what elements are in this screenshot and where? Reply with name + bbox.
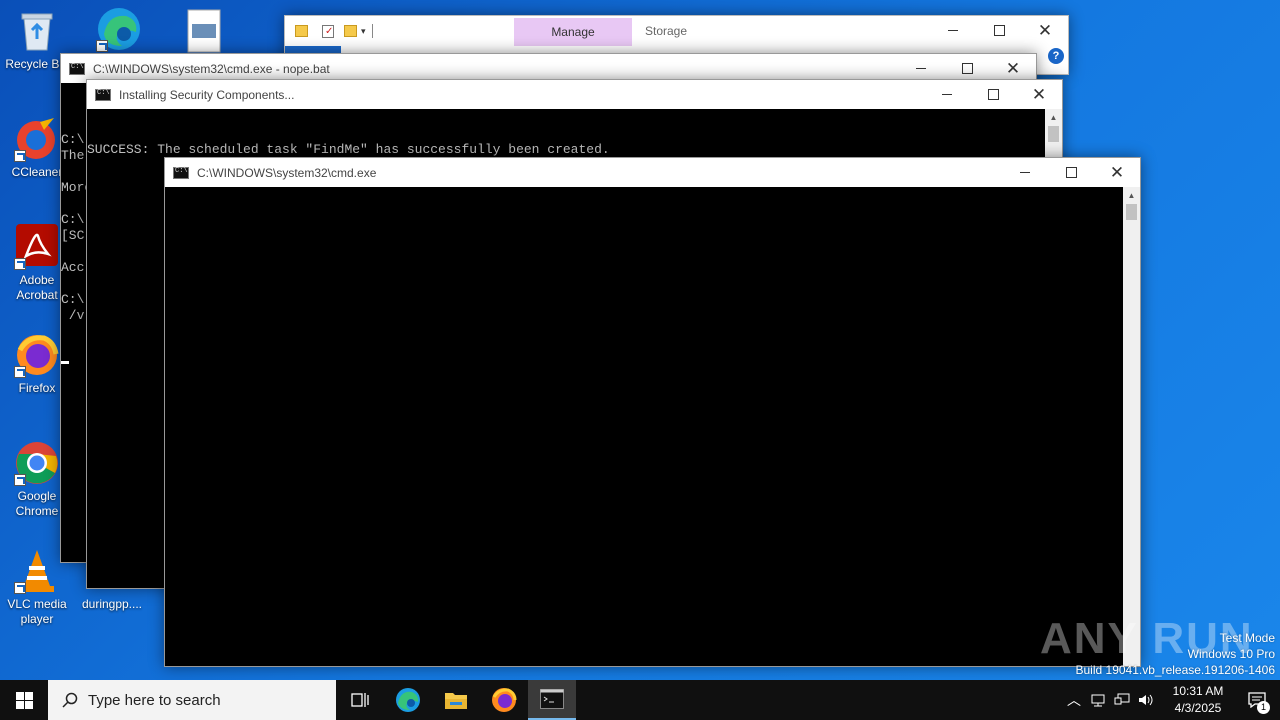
firefox-icon (492, 688, 517, 712)
new-folder-icon[interactable] (344, 25, 357, 37)
watermark-line: Test Mode (1219, 631, 1275, 645)
action-center-button[interactable]: 1 (1234, 680, 1280, 720)
taskbar: Type here to search ︿ 10:31 AM 4/3/2025 … (0, 680, 1280, 720)
cmd-icon (69, 62, 85, 75)
ethernet-icon[interactable] (1110, 680, 1134, 720)
shortcut-arrow-icon (14, 150, 26, 162)
image-file-icon (182, 8, 228, 54)
desktop-icon-label: duringpp.... (81, 597, 143, 611)
shortcut-arrow-icon (96, 40, 108, 52)
window-title: Installing Security Components... (119, 87, 295, 102)
ribbon-manage-tab[interactable]: Manage (514, 18, 632, 46)
console-output: SUCCESS: The scheduled task "FindMe" has… (87, 142, 610, 157)
cmd-main-console[interactable] (165, 187, 1123, 666)
start-button[interactable] (0, 680, 48, 720)
minimize-button[interactable] (924, 80, 970, 109)
recycle-bin-icon (14, 8, 60, 54)
maximize-button[interactable] (970, 80, 1016, 109)
scroll-thumb[interactable] (1048, 126, 1059, 142)
task-view-icon (351, 693, 369, 707)
clock-date: 4/3/2025 (1174, 701, 1222, 715)
shortcut-arrow-icon (14, 366, 26, 378)
cmd-main-window[interactable]: C:\WINDOWS\system32\cmd.exe ✕ ▲ (164, 157, 1141, 667)
minimize-button[interactable] (930, 16, 976, 45)
network-icon[interactable] (1086, 680, 1110, 720)
adobe-acrobat-icon (14, 224, 60, 270)
desktop-icon-edge[interactable] (82, 6, 156, 55)
taskbar-firefox[interactable] (480, 680, 528, 720)
window-title: C:\WINDOWS\system32\cmd.exe (197, 165, 377, 180)
windows-icon (15, 691, 33, 709)
minimize-button[interactable] (1002, 158, 1048, 187)
shortcut-arrow-icon (14, 582, 26, 594)
shortcut-arrow-icon (14, 474, 26, 486)
cmd-icon (173, 166, 189, 179)
search-icon (62, 692, 78, 708)
taskbar-cmd[interactable] (528, 680, 576, 720)
system-tray: ︿ 10:31 AM 4/3/2025 1 (1062, 680, 1280, 720)
cmd-installing-titlebar: Installing Security Components... ✕ (87, 80, 1062, 109)
toolbar-divider (371, 24, 373, 38)
text-cursor (61, 361, 69, 364)
chevron-down-icon[interactable]: ▾ (361, 26, 366, 37)
search-box[interactable]: Type here to search (48, 680, 336, 720)
edge-icon (96, 6, 142, 52)
vertical-scrollbar[interactable]: ▲ (1123, 187, 1140, 666)
properties-icon[interactable]: ✓ (322, 24, 334, 38)
edge-icon (396, 688, 420, 712)
chevron-up-icon[interactable]: ︿ (1062, 680, 1086, 720)
scroll-thumb[interactable] (1126, 204, 1137, 220)
desktop-icon-label: VLC media player (7, 597, 67, 626)
ribbon-storage-label[interactable]: Storage (645, 24, 687, 38)
close-button[interactable]: ✕ (1016, 80, 1062, 109)
desktop-icon-image-file[interactable] (168, 8, 242, 57)
cmd-main-titlebar: C:\WINDOWS\system32\cmd.exe ✕ (165, 158, 1140, 187)
maximize-button[interactable] (976, 16, 1022, 45)
folder-icon (445, 693, 467, 709)
volume-icon[interactable] (1134, 680, 1158, 720)
explorer-titlebar: ✓ ▾ Manage Storage ✕ (285, 16, 1068, 46)
scroll-up-icon[interactable]: ▲ (1123, 187, 1140, 204)
scroll-up-icon[interactable]: ▲ (1045, 109, 1062, 126)
shortcut-arrow-icon (14, 258, 26, 270)
notification-badge: 1 (1257, 701, 1270, 714)
clock[interactable]: 10:31 AM 4/3/2025 (1158, 683, 1234, 717)
desktop: Recycle Bin CCleaner Adobe Acrobat Firef… (0, 0, 1280, 680)
maximize-button[interactable] (1048, 158, 1094, 187)
close-button[interactable]: ✕ (1094, 158, 1140, 187)
cmd-icon (540, 689, 564, 709)
clock-time: 10:31 AM (1172, 684, 1224, 698)
vlc-icon (14, 548, 60, 594)
ccleaner-icon (14, 116, 60, 162)
taskbar-file-explorer[interactable] (432, 680, 480, 720)
chrome-icon (14, 440, 60, 486)
window-title: C:\WINDOWS\system32\cmd.exe - nope.bat (93, 61, 330, 76)
watermark-line: Build 19041.vb_release.191206-1406 (1075, 663, 1276, 677)
close-button[interactable]: ✕ (1022, 16, 1068, 45)
taskbar-edge[interactable] (384, 680, 432, 720)
watermark-line: Windows 10 Pro (1187, 647, 1275, 661)
search-placeholder: Type here to search (88, 691, 221, 709)
firefox-icon (14, 332, 60, 378)
cmd-icon (95, 88, 111, 101)
test-mode-watermark: Test Mode Windows 10 Pro Build 19041.vb_… (1076, 630, 1276, 678)
task-view-button[interactable] (336, 680, 384, 720)
help-icon[interactable]: ? (1048, 48, 1064, 64)
folder-icon (295, 25, 308, 37)
